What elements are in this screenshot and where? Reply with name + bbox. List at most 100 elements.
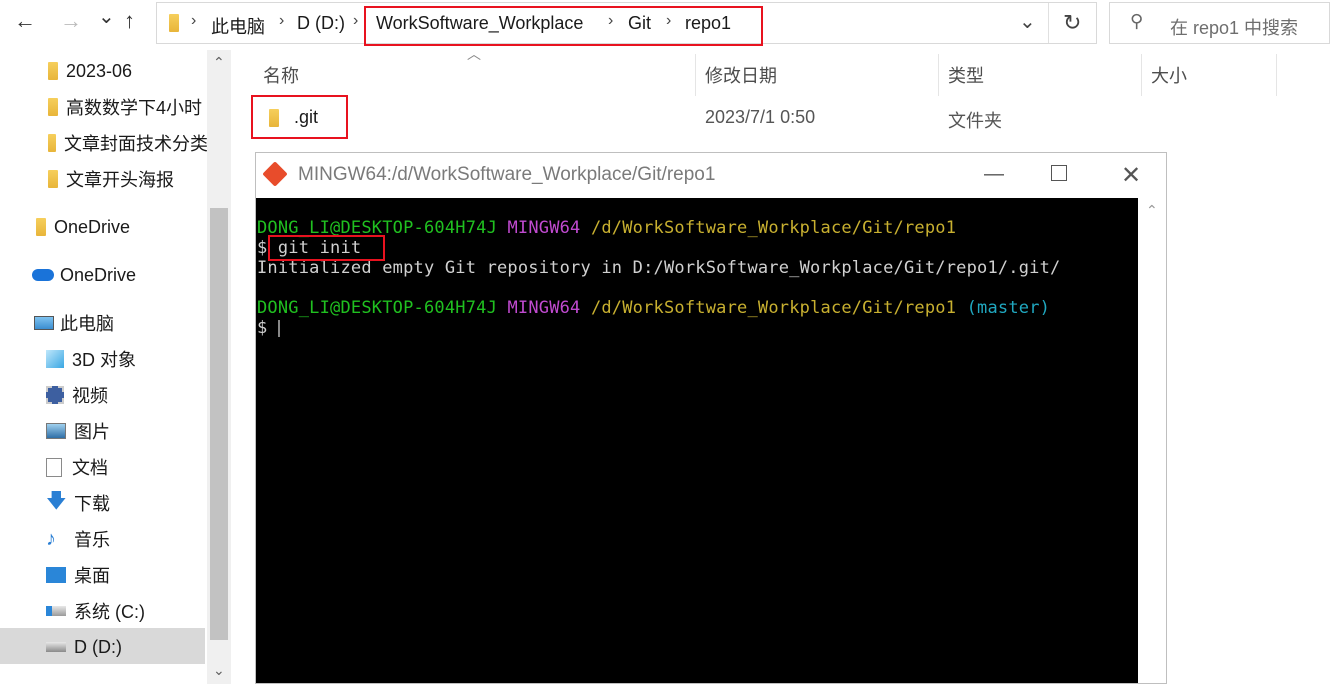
- prompt-symbol: $: [257, 318, 268, 338]
- terminal-window[interactable]: MINGW64:/d/WorkSoftware_Workplace/Git/re…: [255, 152, 1167, 684]
- download-icon: 🡇: [46, 490, 67, 512]
- scroll-up-icon[interactable]: ⌃: [1146, 202, 1158, 219]
- sidebar-scrollbar[interactable]: ⌃ ⌄: [207, 50, 231, 684]
- sidebar-item-desktop[interactable]: 桌面: [46, 558, 110, 592]
- search-icon: ⚲: [1130, 11, 1144, 31]
- prompt-path: /d/WorkSoftware_Workplace/Git/repo1: [590, 298, 957, 318]
- desktop-icon: [46, 567, 66, 583]
- prompt-user-host: DONG_LI@DESKTOP-604H74J: [257, 298, 498, 318]
- column-header-name[interactable]: 名称: [263, 62, 299, 88]
- prompt-path: /d/WorkSoftware_Workplace/Git/repo1: [590, 218, 957, 238]
- search-input[interactable]: 在 repo1 中搜索: [1170, 14, 1298, 40]
- prompt-shell: MINGW64: [507, 218, 581, 238]
- picture-icon: [46, 423, 66, 439]
- minimize-button[interactable]: —: [984, 163, 1004, 186]
- column-header-type[interactable]: 类型: [948, 62, 984, 88]
- sidebar-item-onedrive[interactable]: OneDrive: [32, 258, 136, 292]
- sidebar-item-label: OneDrive: [54, 216, 131, 237]
- column-divider[interactable]: [695, 54, 696, 96]
- sidebar-item-label: 视频: [72, 386, 108, 406]
- sidebar-item-d-drive[interactable]: D (D:): [46, 630, 122, 664]
- navigation-pane: 2023-06 高数数学下4小时 文章封面技术分类 文章开头海报 OneDriv…: [0, 50, 232, 684]
- folder-icon: [169, 14, 179, 32]
- prompt-symbol: $: [257, 238, 268, 258]
- sidebar-item-3d-objects[interactable]: 3D 对象: [46, 342, 136, 376]
- column-header-modified[interactable]: 修改日期: [705, 62, 777, 88]
- sidebar-item-article-poster[interactable]: 文章开头海报: [48, 162, 174, 196]
- sort-ascending-icon: ︿: [467, 46, 481, 62]
- scroll-down-icon[interactable]: ⌄: [213, 662, 225, 679]
- cube-icon: [46, 350, 64, 368]
- terminal-cursor: [277, 319, 280, 337]
- highlight-box-path: [364, 6, 763, 46]
- scroll-up-icon[interactable]: ⌃: [213, 54, 225, 71]
- file-modified: 2023/7/1 0:50: [705, 107, 816, 127]
- search-box[interactable]: ⚲ 在 repo1 中搜索: [1109, 2, 1330, 44]
- column-divider[interactable]: [938, 54, 939, 96]
- sidebar-item-downloads[interactable]: 🡇 下载: [46, 486, 110, 520]
- breadcrumb-d-drive[interactable]: D (D:): [297, 13, 345, 34]
- sidebar-item-article-cover[interactable]: 文章封面技术分类: [48, 126, 208, 160]
- chevron-right-icon: ›: [191, 12, 197, 29]
- highlight-box-git-init: [268, 235, 385, 261]
- folder-icon: [48, 134, 56, 152]
- sidebar-item-label: 图片: [74, 422, 110, 442]
- sidebar-item-2023-06[interactable]: 2023-06: [48, 54, 132, 88]
- folder-icon: [48, 62, 58, 80]
- column-divider[interactable]: [1141, 54, 1142, 96]
- drive-icon: [46, 642, 66, 652]
- sidebar-item-this-pc[interactable]: 此电脑: [34, 306, 114, 340]
- back-button[interactable]: ←: [14, 8, 36, 34]
- file-row[interactable]: .git 2023/7/1 0:50 文件夹: [250, 96, 1250, 138]
- terminal-scrollbar[interactable]: ⌃: [1138, 198, 1166, 683]
- sidebar-item-label: D (D:): [74, 636, 122, 657]
- sidebar-item-label: 下载: [74, 494, 110, 514]
- recent-locations-dropdown[interactable]: ⌄: [98, 4, 115, 29]
- sidebar-scrollbar-thumb[interactable]: [210, 208, 228, 640]
- terminal-output-line: Initialized empty Git repository in D:/W…: [257, 258, 1061, 278]
- terminal-output[interactable]: DONG_LI@DESKTOP-604H74J MINGW64 /d/WorkS…: [256, 198, 1138, 683]
- close-button[interactable]: ✕: [1121, 161, 1141, 190]
- cloud-icon: [32, 269, 54, 281]
- sidebar-item-label: 2023-06: [66, 60, 133, 81]
- sidebar-item-label: 文档: [72, 458, 108, 478]
- video-icon: [46, 386, 64, 404]
- music-icon: ♪: [46, 527, 56, 550]
- folder-icon: [48, 98, 58, 116]
- sidebar-item-label: 文章开头海报: [66, 170, 174, 190]
- folder-icon: [48, 170, 58, 188]
- file-type: 文件夹: [948, 111, 1002, 131]
- sidebar-item-onedrive-folder[interactable]: OneDrive: [36, 210, 130, 244]
- sidebar-item-label: 高数数学下4小时: [66, 98, 203, 118]
- sidebar-item-documents[interactable]: 文档: [46, 450, 108, 484]
- prompt-shell: MINGW64: [507, 298, 581, 318]
- forward-button[interactable]: →: [60, 8, 82, 34]
- chevron-right-icon: ›: [353, 12, 359, 29]
- git-bash-icon: [262, 161, 288, 187]
- sidebar-item-label: 3D 对象: [72, 350, 137, 370]
- sidebar-item-label: 桌面: [74, 566, 110, 586]
- highlight-box-git-folder: [251, 95, 348, 139]
- maximize-button[interactable]: [1051, 165, 1067, 181]
- divider: [1048, 3, 1049, 43]
- computer-icon: [34, 316, 54, 330]
- drive-icon: [46, 606, 66, 616]
- sidebar-item-videos[interactable]: 视频: [46, 378, 108, 412]
- sidebar-item-label: 此电脑: [60, 314, 114, 334]
- up-button[interactable]: ↑: [124, 8, 135, 34]
- sidebar-item-c-drive[interactable]: 系统 (C:): [46, 594, 145, 628]
- refresh-icon[interactable]: ↻: [1063, 10, 1081, 36]
- prompt-branch: (master): [966, 298, 1051, 318]
- terminal-prompt-line-2: DONG_LI@DESKTOP-604H74J MINGW64 /d/WorkS…: [257, 298, 1050, 318]
- column-header-size[interactable]: 大小: [1151, 62, 1187, 88]
- sidebar-item-music[interactable]: ♪ 音乐: [46, 522, 110, 556]
- sidebar-item-label: 文章封面技术分类: [64, 134, 208, 154]
- document-icon: [46, 457, 62, 477]
- sidebar-item-math[interactable]: 高数数学下4小时: [48, 90, 208, 124]
- sidebar-item-pictures[interactable]: 图片: [46, 414, 110, 448]
- terminal-input-line[interactable]: $: [257, 318, 280, 338]
- breadcrumb-this-pc[interactable]: 此电脑: [211, 13, 265, 39]
- column-divider[interactable]: [1276, 54, 1277, 96]
- address-dropdown-icon[interactable]: ⌄: [1019, 9, 1036, 34]
- sidebar-item-label: OneDrive: [60, 264, 137, 285]
